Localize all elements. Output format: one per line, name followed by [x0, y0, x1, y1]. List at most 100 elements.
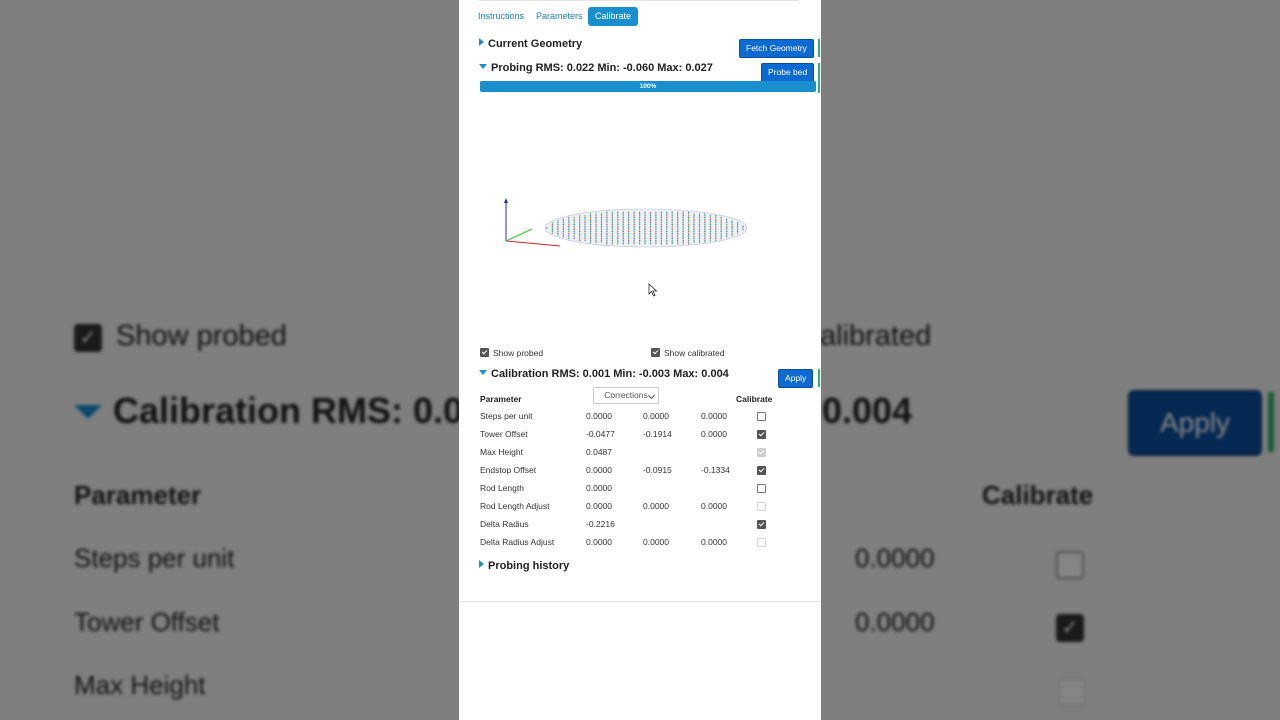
probe-point: [589, 218, 592, 220]
probe-point: [682, 239, 684, 241]
table-row: Delta Radius -0.2216: [459, 519, 821, 537]
probe-point: [649, 213, 652, 215]
probe-point: [726, 229, 728, 231]
probe-point: [600, 237, 603, 240]
probe-point: [666, 222, 668, 224]
probe-point: [584, 222, 586, 224]
probe-point: [611, 232, 613, 234]
calibrate-checkbox[interactable]: [757, 412, 766, 421]
probe-point: [693, 236, 695, 238]
probe-point: [655, 232, 657, 234]
corrections-select[interactable]: Corrections: [593, 387, 659, 404]
checkbox-checked-icon[interactable]: [480, 348, 489, 357]
probe-point: [584, 230, 586, 233]
show-calibrated-checkbox[interactable]: Show calibrated: [651, 348, 724, 358]
probe-point: [720, 229, 722, 231]
probe-point: [649, 243, 652, 245]
checkbox-checked-icon[interactable]: [651, 348, 660, 357]
probe-point: [709, 234, 712, 236]
probe-point: [693, 241, 695, 243]
probe-point: [617, 225, 619, 227]
probe-point: [562, 222, 564, 224]
probe-point: [687, 227, 690, 229]
probe-point: [584, 227, 586, 229]
probe-point: [715, 225, 717, 227]
tab-instructions[interactable]: Instructions: [471, 7, 531, 26]
probe-point: [568, 218, 570, 220]
probe-point: [682, 223, 684, 226]
probe-point: [568, 236, 570, 238]
probe-point: [698, 222, 701, 224]
probe-point: [600, 229, 603, 231]
probe-point: [644, 215, 646, 217]
probe-bed-button[interactable]: Probe bed: [761, 63, 815, 82]
probe-point: [617, 234, 619, 236]
probe-point: [644, 225, 646, 227]
probe-point: [617, 211, 619, 213]
probe-point: [709, 218, 712, 220]
probe-point: [633, 218, 635, 220]
probe-point: [628, 215, 630, 217]
fetch-geometry-button[interactable]: Fetch Geometry: [739, 39, 814, 58]
current-geometry-header[interactable]: Current Geometry: [479, 38, 582, 50]
probe-point: [660, 241, 662, 243]
probe-point: [693, 220, 695, 222]
probe-point: [698, 239, 701, 241]
probe-point: [677, 234, 679, 236]
probe-point: [568, 232, 570, 234]
tab-calibrate[interactable]: Calibrate: [588, 7, 639, 26]
probe-point: [715, 237, 717, 240]
probe-point: [606, 236, 608, 238]
show-probed-checkbox[interactable]: Show probed: [480, 348, 543, 358]
probe-point: [584, 237, 586, 240]
calibrate-checkbox[interactable]: [757, 520, 766, 529]
probe-point: [682, 232, 684, 234]
probe-point: [682, 234, 684, 236]
param-name: Rod Length Adjust: [480, 501, 550, 511]
probe-point: [579, 225, 581, 227]
probe-point: [600, 232, 603, 234]
probe-point: [638, 218, 641, 220]
apply-button[interactable]: Apply: [778, 369, 814, 388]
probe-point: [573, 216, 575, 219]
probe-point: [644, 229, 646, 231]
probe-point: [617, 239, 619, 241]
probe-point: [687, 213, 690, 215]
probe-point: [622, 215, 624, 217]
probe-point: [573, 232, 575, 234]
calibration-header[interactable]: Calibration RMS: 0.001 Min: -0.003 Max: …: [479, 368, 729, 380]
probe-point: [622, 236, 624, 238]
probe-3d-plot[interactable]: [480, 96, 816, 340]
probe-point: [666, 213, 668, 215]
calibrate-checkbox[interactable]: [757, 430, 766, 439]
probe-point: [704, 229, 706, 231]
probe-point: [562, 236, 564, 238]
probe-point: [726, 230, 728, 233]
probe-point: [682, 225, 684, 227]
probe-point: [638, 232, 641, 234]
probe-point: [693, 222, 695, 224]
probe-point: [660, 223, 662, 226]
probe-point: [671, 239, 673, 241]
calibrate-checkbox[interactable]: [757, 466, 766, 475]
probe-point: [606, 216, 608, 219]
probe-point: [611, 227, 613, 229]
tab-parameters[interactable]: Parameters: [529, 7, 590, 26]
probe-point: [633, 215, 635, 217]
probe-point: [666, 239, 668, 241]
probing-history-header[interactable]: Probing history: [479, 560, 569, 572]
probe-point: [595, 218, 597, 220]
probe-point: [671, 232, 673, 234]
probe-point: [693, 230, 695, 233]
probe-point: [660, 216, 662, 219]
probe-point: [698, 230, 701, 233]
probe-point: [562, 225, 564, 227]
probing-header[interactable]: Probing RMS: 0.022 Min: -0.060 Max: 0.02…: [479, 62, 713, 74]
probe-point: [693, 227, 695, 229]
probe-point: [698, 232, 701, 234]
calibrate-checkbox[interactable]: [757, 484, 766, 493]
probe-point: [573, 237, 575, 240]
probe-point: [573, 225, 575, 227]
probe-point: [671, 237, 673, 240]
probe-point: [595, 232, 597, 234]
